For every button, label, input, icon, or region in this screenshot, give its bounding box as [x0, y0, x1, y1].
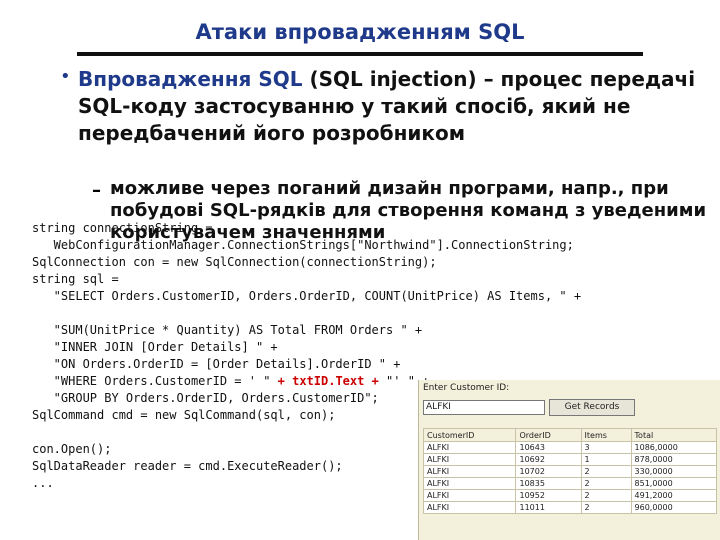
title-divider	[77, 52, 643, 56]
grid-cell: ALFKI	[422, 489, 517, 502]
grid-cell: 10952	[515, 489, 582, 502]
grid-cell: ALFKI	[422, 453, 517, 466]
grid-cell: ALFKI	[422, 477, 517, 490]
main-bullet: Впровадження SQL (SQL injection) – проце…	[78, 66, 698, 147]
grid-cell: 2	[580, 465, 632, 478]
grid-header-cell: CustomerID	[422, 428, 517, 442]
grid-cell: 1086,0000	[630, 441, 718, 454]
code-line: string sql =	[32, 272, 119, 286]
grid-cell: 2	[580, 477, 632, 490]
grid-cell: 2	[580, 501, 632, 514]
code-line: "INNER JOIN [Order Details] " +	[32, 340, 278, 354]
code-line: string connectionString =	[32, 221, 213, 235]
results-grid: CustomerID OrderID Items Total ALFKI 10643 3 1…	[422, 428, 718, 514]
grid-cell: 2	[580, 489, 632, 502]
grid-cell: 10702	[515, 465, 582, 478]
grid-cell: ALFKI	[422, 441, 517, 454]
customer-id-label: Enter Customer ID:	[423, 383, 510, 393]
table-row: ALFKI 10692 1 878,0000	[422, 453, 718, 466]
grid-cell: 330,0000	[630, 465, 718, 478]
customer-id-input[interactable]: ALFKI	[423, 400, 545, 415]
grid-header-cell: Items	[580, 428, 632, 442]
app-screenshot: Enter Customer ID: ALFKI Get Records Cus…	[418, 380, 720, 540]
get-records-button[interactable]: Get Records	[549, 399, 635, 416]
grid-header-cell: Total	[630, 428, 718, 442]
grid-header-cell: OrderID	[515, 428, 582, 442]
table-row: ALFKI 10835 2 851,0000	[422, 477, 718, 490]
grid-cell: 10692	[515, 453, 582, 466]
grid-cell: 1	[580, 453, 632, 466]
grid-cell: 10835	[515, 477, 582, 490]
code-line: "ON Orders.OrderID = [Order Details].Ord…	[32, 357, 401, 371]
table-row: ALFKI 11011 2 960,0000	[422, 501, 718, 514]
grid-cell: 3	[580, 441, 632, 454]
code-line: "SELECT Orders.CustomerID, Orders.OrderI…	[32, 289, 582, 303]
grid-cell: ALFKI	[422, 501, 517, 514]
grid-cell: 10643	[515, 441, 582, 454]
grid-cell: 851,0000	[630, 477, 718, 490]
grid-cell: 491,2000	[630, 489, 718, 502]
dash-icon: –	[92, 180, 101, 201]
bullet-highlight: Впровадження SQL	[78, 67, 303, 91]
code-line: SqlConnection con = new SqlConnection(co…	[32, 255, 437, 269]
grid-cell: ALFKI	[422, 465, 517, 478]
table-row: ALFKI 10643 3 1086,0000	[422, 441, 718, 454]
grid-cell: 11011	[515, 501, 582, 514]
grid-cell: 960,0000	[630, 501, 718, 514]
code-line: WebConfigurationManager.ConnectionString…	[32, 238, 574, 252]
code-line: "SUM(UnitPrice * Quantity) AS Total FROM…	[32, 323, 423, 337]
table-row: ALFKI 10952 2 491,2000	[422, 489, 718, 502]
injected-input-highlight: + txtID.Text +	[277, 374, 379, 388]
slide-title: Атаки впровадженням SQL	[195, 20, 525, 44]
grid-cell: 878,0000	[630, 453, 718, 466]
bullet-icon: •	[60, 66, 71, 87]
table-row: ALFKI 10702 2 330,0000	[422, 465, 718, 478]
